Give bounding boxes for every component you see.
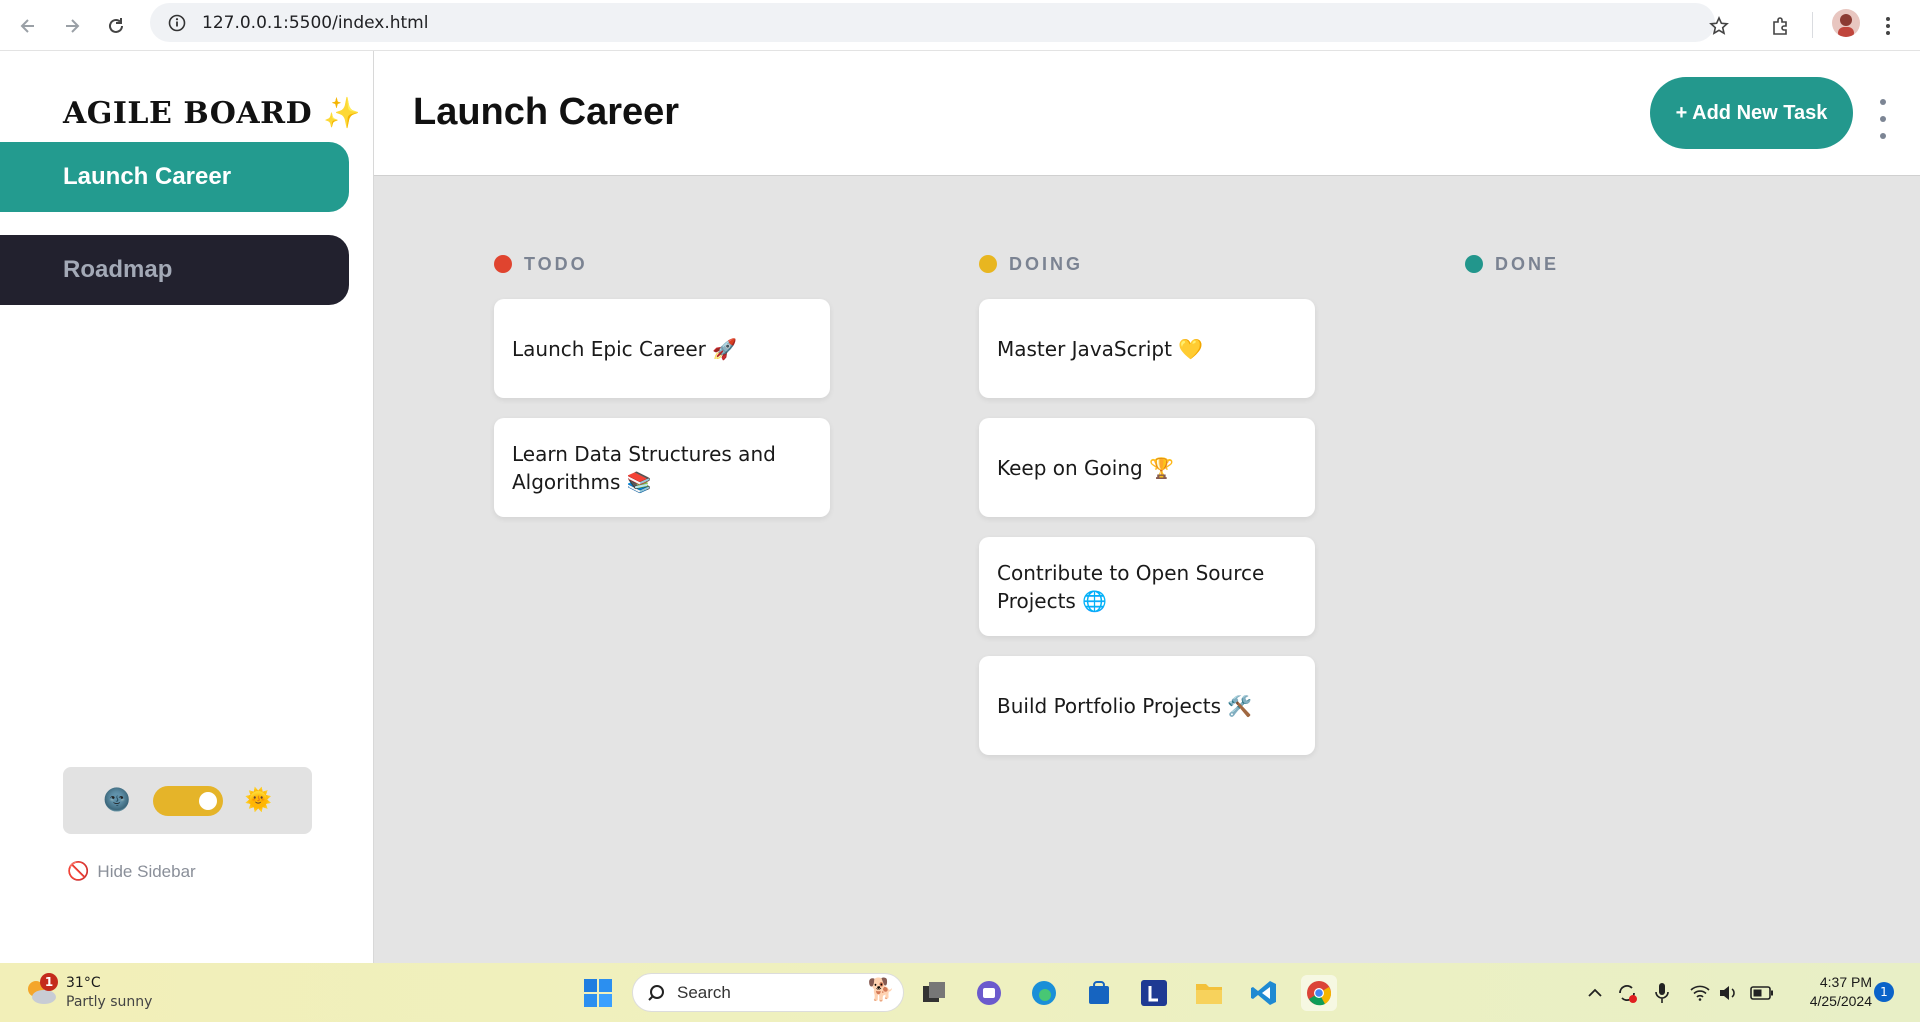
app-logo: AGILE BOARD ✨ (63, 96, 361, 131)
taskbar-search[interactable]: Search 🐕 (632, 973, 904, 1012)
clock-date: 4/25/2024 (1809, 993, 1872, 1009)
task-card[interactable]: Launch Epic Career 🚀 (494, 299, 830, 398)
extensions-icon[interactable] (1762, 8, 1798, 44)
hide-sidebar-button[interactable]: 🚫 Hide Sidebar (67, 861, 196, 882)
forward-arrow-icon (66, 19, 80, 33)
address-bar[interactable]: 127.0.0.1:5500/index.html (150, 3, 1715, 42)
windows-taskbar: 1 31°C Partly sunny Search 🐕 4:37 PM 4/2… (0, 963, 1920, 1022)
search-highlight-icon: 🐕 (867, 978, 895, 1003)
clock-time: 4:37 PM (1819, 974, 1872, 990)
start-icon[interactable] (580, 975, 616, 1011)
back-arrow-icon (20, 19, 34, 33)
task-card[interactable]: Learn Data Structures and Algorithms 📚 (494, 418, 830, 517)
back-button[interactable] (10, 8, 46, 44)
board-header: Launch Career + Add New Task (374, 51, 1920, 176)
notification-badge[interactable]: 1 (1874, 982, 1894, 1002)
toggle-knob (198, 791, 217, 810)
task-view-icon[interactable] (916, 975, 952, 1011)
hide-sidebar-label: Hide Sidebar (97, 861, 196, 881)
board-options-icon[interactable] (1871, 99, 1895, 139)
sidebar-item-label: Launch Career (63, 163, 232, 190)
no-entry-icon: 🚫 (67, 861, 90, 881)
column-done: DONE (1465, 251, 1801, 277)
wifi-icon[interactable] (1688, 975, 1712, 1011)
page-title: Launch Career (413, 91, 680, 133)
reload-button[interactable] (98, 8, 134, 44)
forward-button[interactable] (54, 8, 90, 44)
theme-switcher: 🌚 🌞 (63, 767, 312, 834)
column-title: TODO (524, 253, 588, 274)
status-dot (979, 255, 997, 273)
temperature: 31°C (66, 975, 101, 991)
add-new-task-button[interactable]: + Add New Task (1650, 77, 1853, 149)
moon-icon: 🌚 (103, 788, 131, 813)
sidebar-item-launch-career[interactable]: Launch Career (0, 142, 349, 212)
sidebar-item-roadmap[interactable]: Roadmap (0, 235, 349, 305)
sync-icon[interactable] (1614, 975, 1640, 1011)
bookmark-star-icon[interactable] (1701, 8, 1737, 44)
column-todo: TODO Launch Epic Career 🚀 Learn Data Str… (494, 251, 830, 517)
sun-icon: 🌞 (244, 788, 272, 813)
sparkles-icon: ✨ (323, 96, 361, 131)
browser-toolbar: 127.0.0.1:5500/index.html (0, 0, 1920, 51)
site-info-icon[interactable] (166, 12, 188, 34)
url-text: 127.0.0.1:5500/index.html (202, 12, 429, 33)
column-doing: DOING Master JavaScript 💛 Keep on Going … (979, 251, 1315, 755)
edge-icon[interactable] (1026, 975, 1062, 1011)
battery-icon[interactable] (1748, 975, 1776, 1011)
task-card[interactable]: Master JavaScript 💛 (979, 299, 1315, 398)
volume-icon[interactable] (1716, 975, 1740, 1011)
search-icon (645, 982, 667, 1004)
column-title: DOING (1009, 253, 1084, 274)
sidebar-item-label: Roadmap (63, 256, 173, 283)
column-title: DONE (1495, 253, 1560, 274)
store-icon[interactable] (1081, 975, 1117, 1011)
column-header: DONE (1465, 251, 1801, 277)
board-area: TODO Launch Epic Career 🚀 Learn Data Str… (374, 176, 1920, 963)
weather-widget[interactable]: 1 31°C Partly sunny (24, 973, 224, 1013)
task-card[interactable]: Build Portfolio Projects 🛠️ (979, 656, 1315, 755)
l-app-icon[interactable] (1136, 975, 1172, 1011)
column-header: DOING (979, 251, 1315, 277)
taskbar-clock[interactable]: 4:37 PM 4/25/2024 (1788, 973, 1872, 1011)
weather-alert-badge: 1 (40, 973, 58, 991)
sidebar: AGILE BOARD ✨ Launch Career Roadmap 🌚 🌞 … (0, 51, 374, 963)
status-dot (494, 255, 512, 273)
show-hidden-icons-chevron-icon[interactable] (1584, 975, 1606, 1011)
microphone-icon[interactable] (1650, 975, 1674, 1011)
reload-icon (109, 18, 123, 33)
logo-text: AGILE BOARD (63, 96, 313, 131)
teams-chat-icon[interactable] (971, 975, 1007, 1011)
task-card[interactable]: Keep on Going 🏆 (979, 418, 1315, 517)
weather-condition: Partly sunny (66, 994, 153, 1010)
search-label: Search (677, 982, 731, 1002)
vscode-icon[interactable] (1246, 975, 1282, 1011)
file-explorer-icon[interactable] (1191, 975, 1227, 1011)
browser-menu-icon[interactable] (1870, 8, 1906, 44)
toolbar-divider (1812, 12, 1813, 38)
theme-toggle[interactable] (152, 785, 223, 816)
status-dot (1465, 255, 1483, 273)
chrome-icon[interactable] (1301, 975, 1337, 1011)
task-card[interactable]: Contribute to Open Source Projects 🌐 (979, 537, 1315, 636)
column-header: TODO (494, 251, 830, 277)
profile-avatar[interactable] (1832, 9, 1860, 37)
